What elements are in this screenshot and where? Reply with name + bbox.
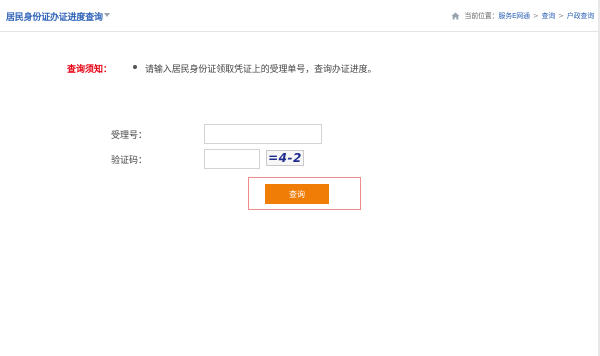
- receipt-number-label: 受理号：: [111, 131, 148, 141]
- breadcrumb-item-query[interactable]: 查询: [542, 11, 556, 21]
- breadcrumb-prefix: 当前位置：: [464, 12, 499, 20]
- captcha-image[interactable]: =4-2: [266, 150, 304, 166]
- top-bar: 居民身份证办证进度查询 当前位置： 服务E网通 > 查询 > 户政查询: [0, 0, 600, 32]
- chevron-down-icon[interactable]: [104, 13, 110, 17]
- breadcrumb-separator: >: [532, 12, 539, 20]
- receipt-number-input[interactable]: [204, 124, 322, 144]
- notice-label: 查询须知：: [67, 65, 113, 75]
- captcha-input[interactable]: [204, 149, 260, 169]
- captcha-label: 验证码：: [111, 156, 148, 166]
- breadcrumb-item-household-query[interactable]: 户政查询: [567, 11, 594, 21]
- breadcrumb-separator: >: [558, 12, 564, 20]
- breadcrumb: 当前位置： 服务E网通 > 查询 > 户政查询: [451, 11, 594, 21]
- home-icon: [451, 12, 460, 20]
- captcha-image-text: =4-2: [268, 151, 302, 165]
- page-title[interactable]: 居民身份证办证进度查询: [6, 10, 103, 23]
- query-button[interactable]: 查询: [265, 184, 329, 204]
- bullet-icon: [133, 65, 137, 69]
- notice-text: 请输入居民身份证领取凭证上的受理单号，查询办证进度。: [145, 65, 377, 75]
- breadcrumb-item-service[interactable]: 服务E网通: [498, 11, 530, 21]
